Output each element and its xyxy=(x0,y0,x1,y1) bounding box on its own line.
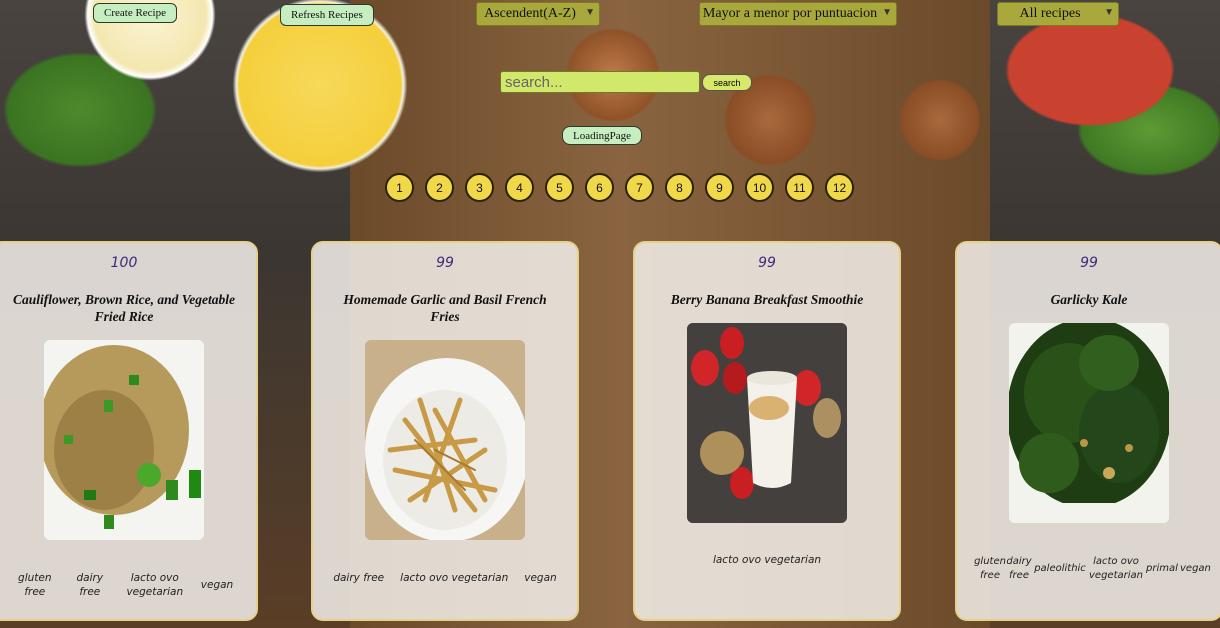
recipe-score: 99 xyxy=(436,255,454,271)
loading-page-button[interactable]: LoadingPage xyxy=(562,126,643,145)
page-button-3[interactable]: 3 xyxy=(465,173,494,202)
page-button-2[interactable]: 2 xyxy=(425,173,454,202)
diet-tag: dairy free xyxy=(333,572,385,584)
pagination: 1 2 3 4 5 6 7 8 9 10 11 12 xyxy=(385,173,856,202)
diet-tag: lacto ovo vegetarian xyxy=(1089,556,1143,581)
page-button-8[interactable]: 8 xyxy=(665,173,694,202)
diet-tag: dairy free xyxy=(76,572,104,598)
diet-filter-value: All recipes xyxy=(1019,6,1081,21)
page-button-9[interactable]: 9 xyxy=(705,173,734,202)
page-button-7[interactable]: 7 xyxy=(625,173,654,202)
recipe-card[interactable]: 99 Homemade Garlic and Basil French Frie… xyxy=(311,241,579,621)
diet-tag: vegan xyxy=(1180,563,1211,574)
page-button-6[interactable]: 6 xyxy=(585,173,614,202)
diet-tag: gluten free xyxy=(18,572,52,598)
sort-alpha-value: Ascendent(A-Z) xyxy=(484,6,576,21)
diet-tag: vegan xyxy=(200,579,234,591)
diet-tag: primal xyxy=(1146,563,1178,574)
diet-list: dairy free lacto ovo vegetarian vegan xyxy=(323,571,567,585)
page-button-11[interactable]: 11 xyxy=(785,173,814,202)
chevron-down-icon: ▼ xyxy=(585,7,595,18)
recipe-score: 100 xyxy=(110,255,138,271)
recipe-image xyxy=(687,323,847,523)
recipe-card[interactable]: 99 Berry Banana Breakfast Smoothie lacto… xyxy=(633,241,901,621)
recipe-title: Homemade Garlic and Basil French Fries xyxy=(343,292,547,324)
recipe-title: Berry Banana Breakfast Smoothie xyxy=(670,292,864,307)
diet-tag: dairy free xyxy=(1006,556,1032,581)
recipe-title: Garlicky Kale xyxy=(1050,292,1128,307)
recipe-score: 99 xyxy=(758,255,776,271)
diet-list: gluten free dairy free lacto ovo vegetar… xyxy=(2,571,246,599)
chevron-down-icon: ▼ xyxy=(1104,7,1114,18)
page-button-1[interactable]: 1 xyxy=(385,173,414,202)
page-button-4[interactable]: 4 xyxy=(505,173,534,202)
recipe-score: 99 xyxy=(1080,255,1098,271)
page-button-10[interactable]: 10 xyxy=(745,173,774,202)
chevron-down-icon: ▼ xyxy=(882,7,892,18)
sort-alpha-select[interactable]: Ascendent(A-Z) ▼ xyxy=(476,2,600,26)
recipe-image xyxy=(365,340,525,540)
search-input[interactable] xyxy=(500,71,700,93)
diet-tag: lacto ovo vegetarian xyxy=(712,554,822,566)
recipe-title: Cauliflower, Brown Rice, and Vegetable F… xyxy=(12,292,236,324)
sort-score-select[interactable]: Mayor a menor por puntuacion ▼ xyxy=(699,2,897,26)
diet-list: gluten free dairy free paleolithic lacto… xyxy=(969,555,1215,583)
page-button-12[interactable]: 12 xyxy=(825,173,854,202)
diet-filter-select[interactable]: All recipes ▼ xyxy=(997,2,1119,26)
diet-tag: gluten free xyxy=(974,556,1006,581)
sort-score-value: Mayor a menor por puntuacion xyxy=(702,6,878,21)
diet-tag: lacto ovo vegetarian xyxy=(126,572,184,598)
diet-tag: paleolithic xyxy=(1034,563,1086,574)
recipe-card[interactable]: 99 Garlicky Kale gluten free dairy free … xyxy=(955,241,1220,621)
recipe-card[interactable]: 100 Cauliflower, Brown Rice, and Vegetab… xyxy=(0,241,258,621)
diet-list: lacto ovo vegetarian xyxy=(645,553,889,567)
page-button-5[interactable]: 5 xyxy=(545,173,574,202)
create-recipe-button[interactable]: Create Recipe xyxy=(93,3,177,23)
search-button[interactable]: search xyxy=(702,74,752,91)
recipe-image xyxy=(1009,323,1169,523)
diet-tag: lacto ovo vegetarian xyxy=(400,572,509,584)
diet-tag: vegan xyxy=(524,572,557,584)
recipe-image xyxy=(44,340,204,540)
refresh-recipes-button[interactable]: Refresh Recipes xyxy=(280,4,374,26)
